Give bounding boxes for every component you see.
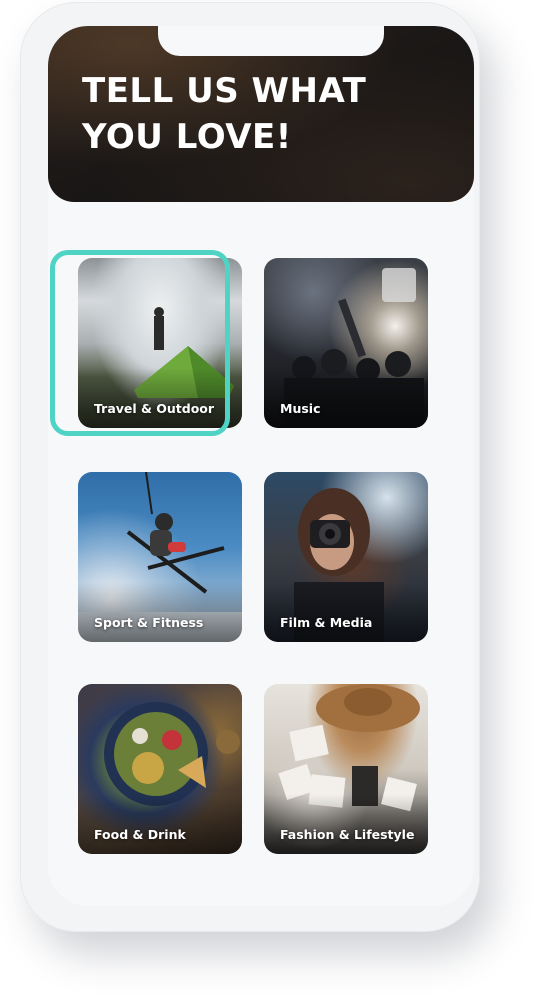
card-shade — [264, 582, 428, 642]
header-banner: TELL US WHAT YOU LOVE! — [48, 26, 474, 202]
category-card-fashion-lifestyle[interactable]: Fashion & Lifestyle — [264, 684, 428, 854]
category-label: Music — [280, 401, 321, 416]
stage: TELL US WHAT YOU LOVE! Travel & Outdoor … — [0, 0, 546, 1000]
category-label: Sport & Fitness — [94, 615, 204, 630]
card-shade — [264, 794, 428, 854]
category-card-sport-fitness[interactable]: Sport & Fitness — [78, 472, 242, 642]
category-label: Food & Drink — [94, 827, 186, 842]
category-label: Travel & Outdoor — [94, 401, 215, 416]
card-shade — [78, 582, 242, 642]
card-shade — [264, 368, 428, 428]
category-label: Fashion & Lifestyle — [280, 827, 415, 842]
category-card-food-drink[interactable]: Food & Drink — [78, 684, 242, 854]
category-card-music[interactable]: Music — [264, 258, 428, 428]
category-card-travel-outdoor[interactable]: Travel & Outdoor — [78, 258, 242, 428]
card-shade — [78, 368, 242, 428]
page-title: TELL US WHAT YOU LOVE! — [82, 71, 367, 157]
category-card-film-media[interactable]: Film & Media — [264, 472, 428, 642]
card-shade — [78, 794, 242, 854]
category-label: Film & Media — [280, 615, 373, 630]
phone-notch — [158, 26, 384, 56]
